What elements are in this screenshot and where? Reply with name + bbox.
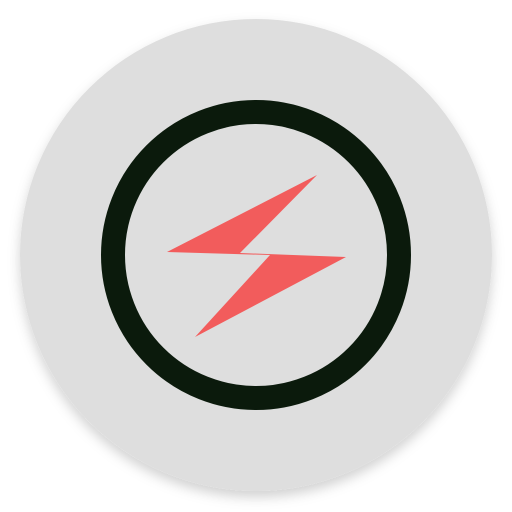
app-icon-canvas (0, 0, 512, 512)
app-icon[interactable] (0, 0, 512, 512)
icon-badge (20, 19, 492, 491)
